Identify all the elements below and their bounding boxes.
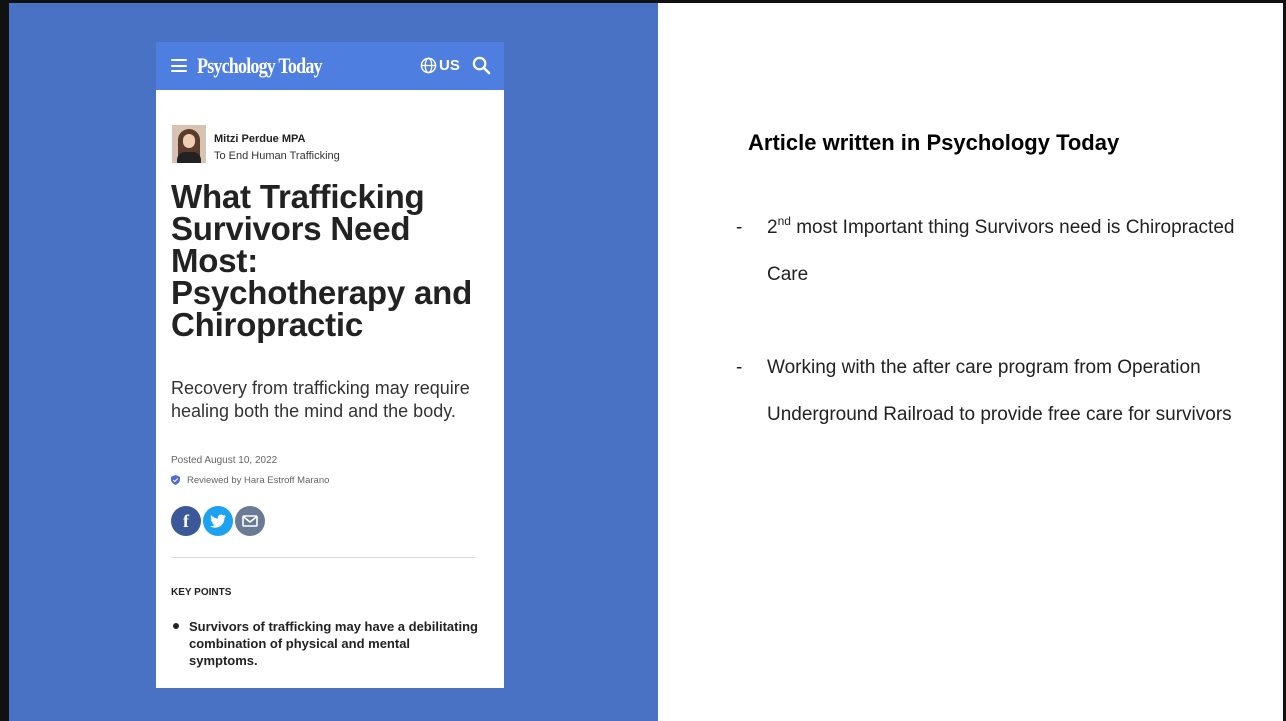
- author-name[interactable]: Mitzi Perdue MPA: [214, 133, 305, 145]
- bullet-dash: -: [736, 357, 743, 378]
- bullet-ordinal-suffix: nd: [777, 213, 791, 228]
- bullet-icon: [173, 623, 179, 629]
- key-point-item: Survivors of trafficking may have a debi…: [189, 619, 478, 668]
- article-headline: What Trafficking Survivors Need Most: Ps…: [171, 178, 473, 343]
- author-topic[interactable]: To End Human Trafficking: [214, 150, 340, 162]
- article-screenshot: Psychology Today US Mitzi Perdue MPA To …: [156, 42, 504, 688]
- search-icon[interactable]: [472, 56, 491, 75]
- globe-icon[interactable]: [420, 57, 437, 74]
- slide-title: Article written in Psychology Today: [748, 130, 1120, 155]
- bullet-ordinal: 2: [767, 217, 778, 238]
- bullet-dash: -: [736, 217, 743, 238]
- article-subheadline: Recovery from trafficking may require he…: [171, 378, 470, 421]
- site-logo[interactable]: Psychology Today: [197, 53, 323, 79]
- facebook-icon: f: [183, 511, 189, 531]
- reviewed-by: Reviewed by Hara Estroff Marano: [187, 475, 330, 486]
- shield-icon: [171, 475, 180, 485]
- twitter-icon: [210, 514, 226, 528]
- slide-border-left: [0, 0, 9, 721]
- divider: [171, 557, 475, 558]
- slide: Psychology Today US Mitzi Perdue MPA To …: [0, 0, 1286, 721]
- bullet-text: Working with the after care program from…: [767, 357, 1232, 425]
- twitter-share-button[interactable]: [203, 506, 233, 536]
- key-points-title: KEY POINTS: [171, 587, 232, 598]
- menu-icon[interactable]: [171, 59, 187, 72]
- email-icon: [242, 515, 258, 527]
- facebook-share-button[interactable]: f: [171, 506, 201, 536]
- bullet-text: most Important thing Survivors need is C…: [767, 217, 1235, 285]
- email-share-button[interactable]: [235, 506, 265, 536]
- site-header: Psychology Today US: [156, 42, 504, 90]
- author-avatar[interactable]: [172, 125, 206, 163]
- locale-selector[interactable]: US: [439, 57, 460, 74]
- posted-date: Posted August 10, 2022: [171, 455, 278, 466]
